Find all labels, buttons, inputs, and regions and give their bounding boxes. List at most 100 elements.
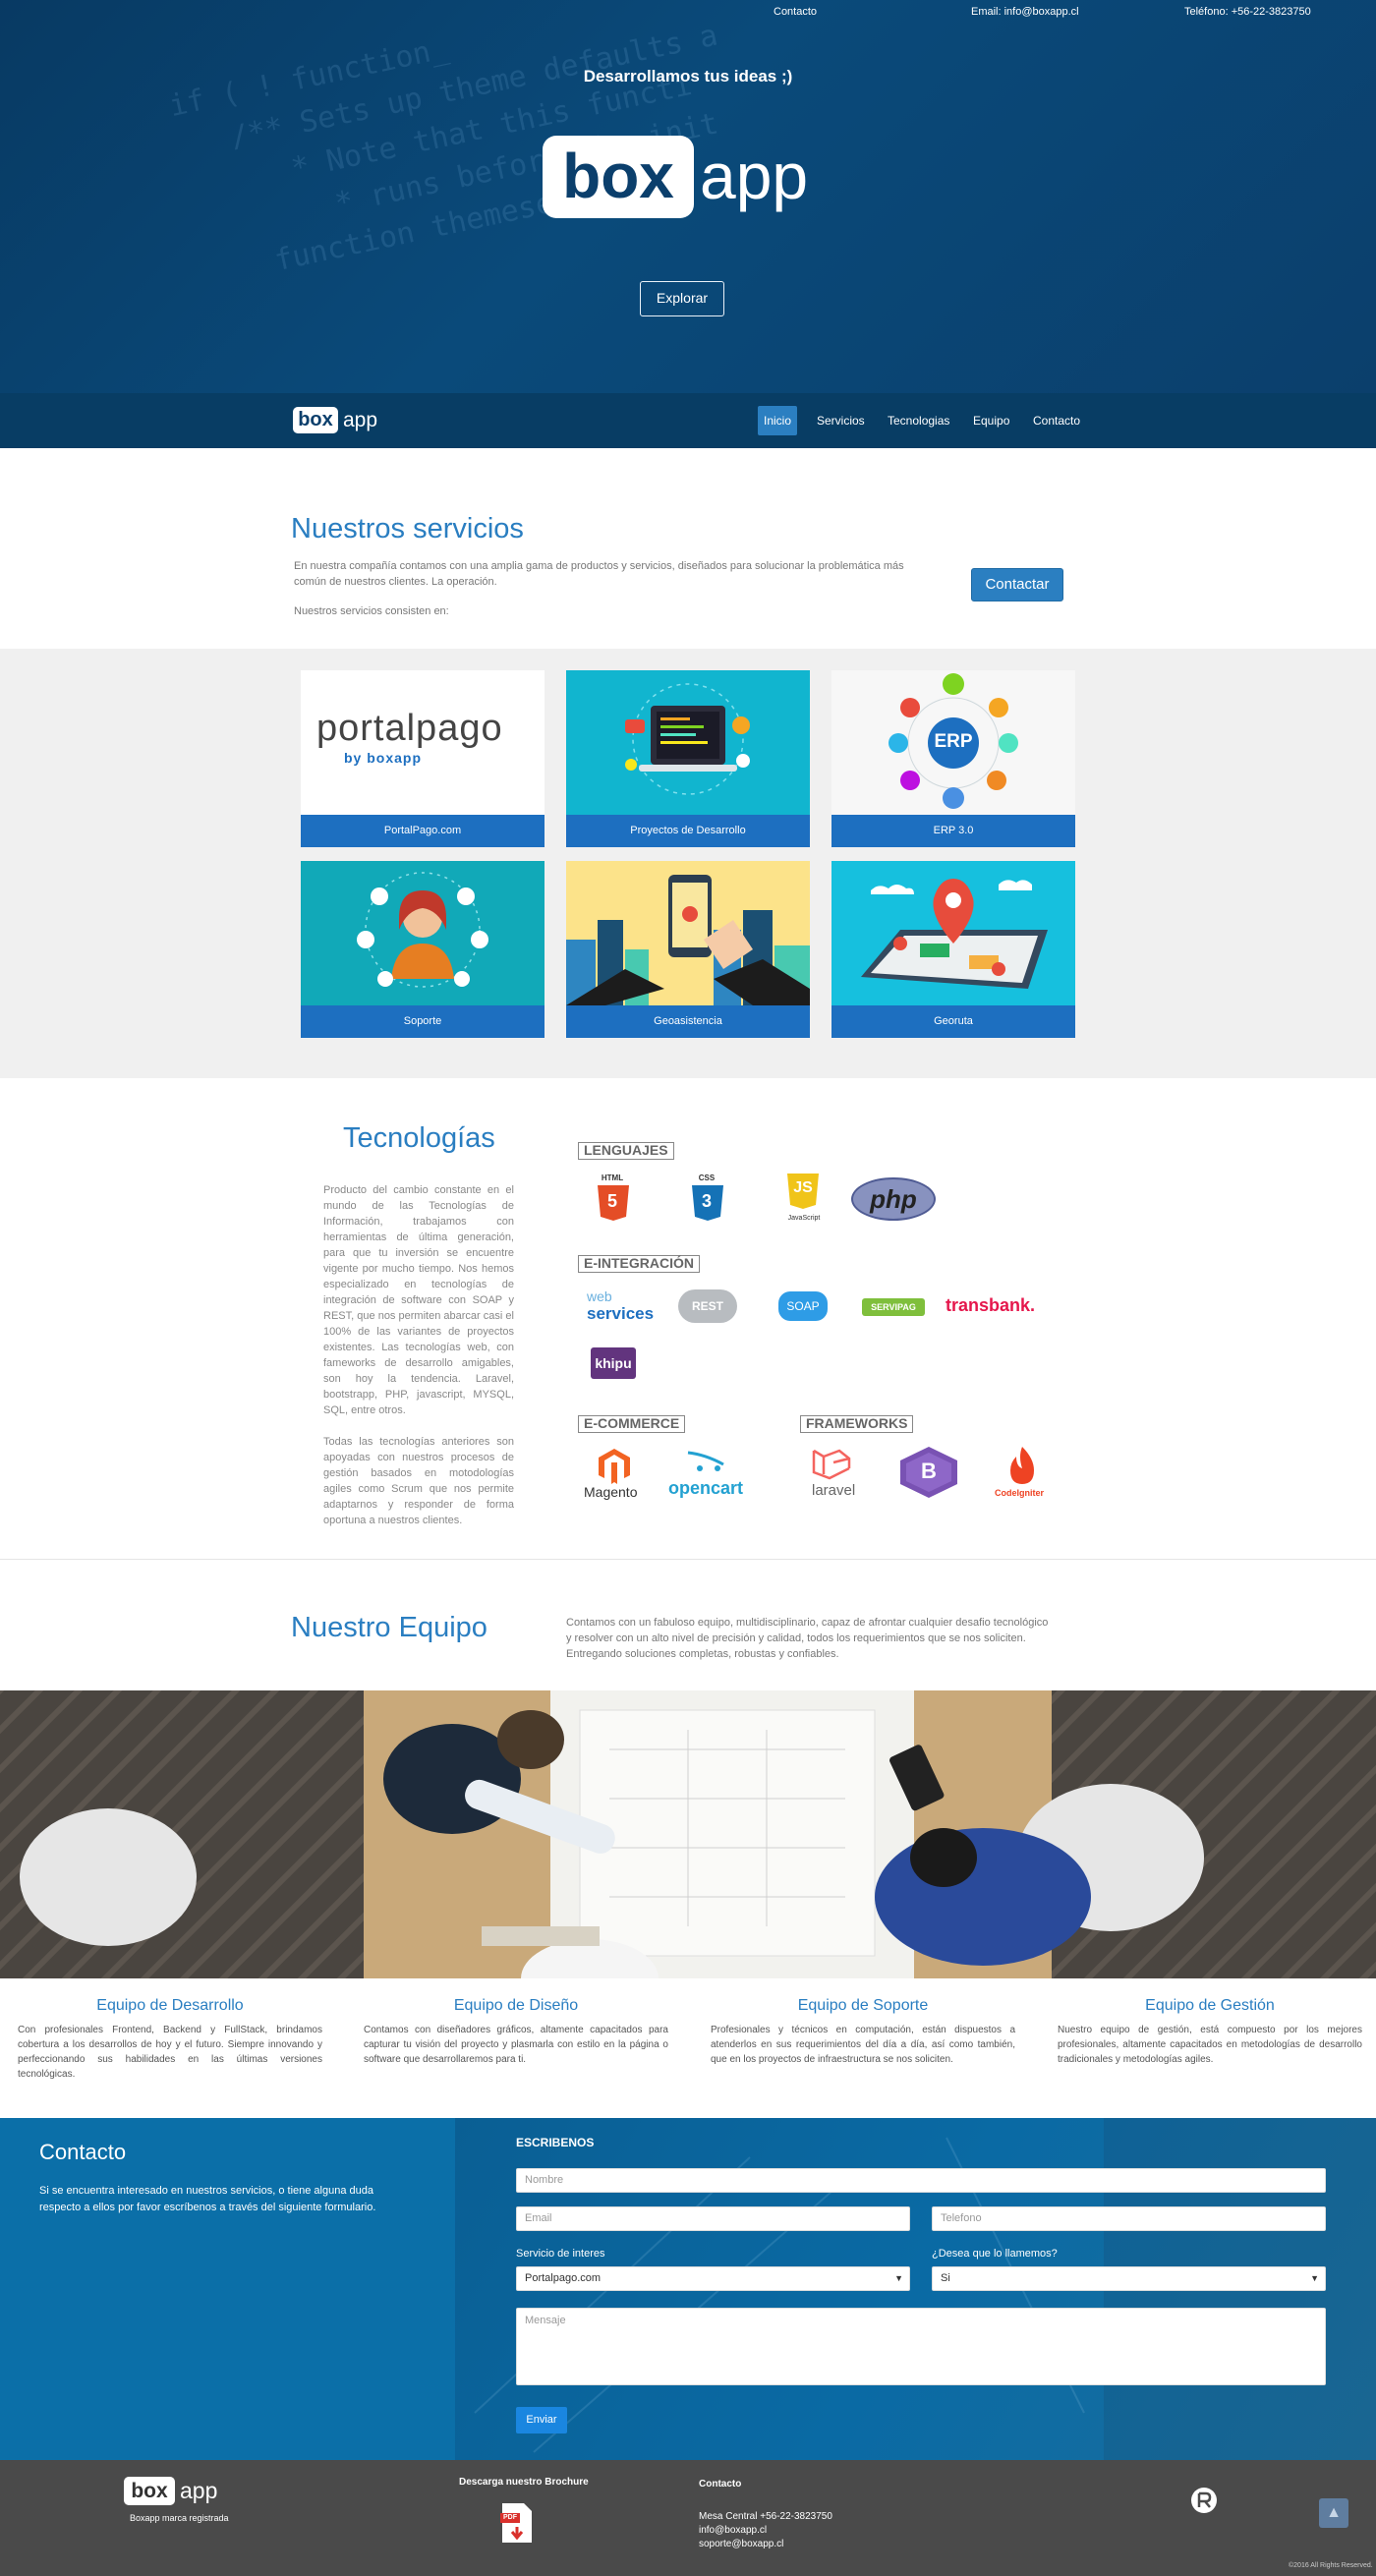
explore-button[interactable]: Explorar bbox=[640, 281, 724, 316]
pdf-icon bbox=[500, 2503, 532, 2543]
service-select[interactable]: Portalpago.com ▼ bbox=[516, 2266, 910, 2291]
footer-email-support[interactable]: soporte@boxapp.cl bbox=[699, 2539, 783, 2549]
nav-item-equipo[interactable]: Equipo bbox=[967, 406, 1015, 435]
hero-tagline: Desarrollamos tus ideas ;) bbox=[583, 67, 793, 86]
service-card-proyectos[interactable]: Proyectos de Desarrollo bbox=[566, 670, 810, 849]
main-nav: box app Inicio Servicios Tecnologias Equ… bbox=[0, 393, 1376, 448]
nav-logo[interactable]: box app bbox=[293, 407, 383, 434]
team-column-title: Equipo de Gestión bbox=[1145, 1997, 1275, 2014]
pdf-download-icon[interactable]: PDF bbox=[500, 2501, 534, 2545]
team-column-soporte: Equipo de Soporte Profesionales y técnic… bbox=[711, 1997, 1015, 2067]
service-card-erp[interactable]: ERP ERP 3.0 bbox=[831, 670, 1075, 849]
email-field[interactable]: Email bbox=[516, 2206, 910, 2231]
servipag-logo: SERVIPAG bbox=[862, 1298, 925, 1316]
css3-logo: CSS 3 bbox=[688, 1174, 725, 1225]
team-column-title: Equipo de Diseño bbox=[453, 1997, 579, 2014]
map-pin-icon bbox=[861, 879, 1048, 989]
category-lenguajes: LENGUAJES bbox=[578, 1142, 674, 1160]
phone-field[interactable]: Telefono bbox=[932, 2206, 1326, 2231]
services-text: En nuestra compañía contamos con una amp… bbox=[294, 560, 904, 588]
team-column-desarrollo: Equipo de Desarrollo Con profesionales F… bbox=[18, 1997, 322, 2082]
service-card-label: Georuta bbox=[831, 1005, 1075, 1038]
nav-logo-app: app bbox=[343, 409, 378, 431]
georuta-image bbox=[831, 861, 1075, 1005]
service-card-georuta[interactable]: Georuta bbox=[831, 861, 1075, 1040]
team-text: Contamos con un fabuloso equipo, multidi… bbox=[566, 1617, 1049, 1660]
chevron-down-icon: ▼ bbox=[1310, 2273, 1319, 2283]
service-card-portalpago[interactable]: portalpago by boxapp PortalPago.com bbox=[301, 670, 545, 849]
codeigniter-flame-icon bbox=[1010, 1447, 1034, 1484]
contact-description: Si se encuentra interesado en nuestros s… bbox=[39, 2185, 376, 2213]
laravel-icon bbox=[812, 1449, 851, 1480]
service-card-geoasistencia[interactable]: Geoasistencia bbox=[566, 861, 810, 1040]
services-title: Nuestros servicios bbox=[291, 513, 524, 544]
css3-number: 3 bbox=[701, 1191, 712, 1211]
soap-logo: SOAP bbox=[778, 1291, 828, 1321]
brand-note: Boxapp marca registrada bbox=[130, 2513, 229, 2523]
brochure-title: Descarga nuestro Brochure bbox=[459, 2477, 589, 2488]
contact-section: Contacto Si se encuentra interesado en n… bbox=[0, 2118, 1376, 2460]
team-photo bbox=[0, 1690, 1376, 1978]
erp-badge: ERP bbox=[934, 731, 973, 752]
nav-logo-box: box bbox=[293, 407, 338, 433]
call-select[interactable]: Si ▼ bbox=[932, 2266, 1326, 2291]
khipu-text: khipu bbox=[595, 1355, 632, 1371]
servipag-text: SERVIPAG bbox=[871, 1302, 916, 1312]
service-card-soporte[interactable]: Soporte bbox=[301, 861, 545, 1040]
send-button[interactable]: Enviar bbox=[516, 2407, 567, 2433]
footer-email-info[interactable]: info@boxapp.cl bbox=[699, 2525, 767, 2536]
footer-contact-title: Contacto bbox=[699, 2479, 742, 2490]
tech-title: Tecnologías bbox=[343, 1122, 495, 1154]
css3-text: CSS bbox=[698, 1174, 716, 1182]
scroll-to-top-button[interactable]: ▲ bbox=[1319, 2498, 1348, 2528]
message-field[interactable]: Mensaje bbox=[516, 2308, 1326, 2385]
javascript-caption: JavaScript bbox=[787, 1215, 821, 1222]
category-frameworks: FRAMEWORKS bbox=[800, 1415, 914, 1433]
topbar-contact-link[interactable]: Contacto bbox=[774, 6, 817, 18]
portalpago-logo-sub: by boxapp bbox=[344, 750, 423, 766]
team-column-diseno: Equipo de Diseño Contamos con diseñadore… bbox=[364, 1997, 668, 2067]
top-bar: Contacto Email: info@boxapp.cl Teléfono:… bbox=[0, 6, 1376, 22]
nav-item-servicios[interactable]: Servicios bbox=[811, 406, 871, 435]
team-title: Nuestro Equipo bbox=[291, 1612, 487, 1643]
webservices-logo-top: web bbox=[587, 1288, 612, 1304]
pdf-label: PDF bbox=[503, 2514, 517, 2521]
javascript-logo: JS JavaScript bbox=[784, 1172, 824, 1227]
contact-title: Contacto bbox=[39, 2140, 127, 2164]
opencart-text: opencart bbox=[668, 1478, 744, 1498]
laravel-text: laravel bbox=[812, 1482, 856, 1499]
footer-phone: Mesa Central +56-22-3823750 bbox=[699, 2511, 832, 2522]
transbank-logo: transbank. bbox=[946, 1295, 1036, 1315]
category-integracion: E-INTEGRACIÓN bbox=[578, 1255, 700, 1273]
city-map-icon bbox=[566, 875, 810, 1005]
name-field[interactable]: Nombre bbox=[516, 2168, 1326, 2193]
nav-item-tecnologias[interactable]: Tecnologias bbox=[882, 406, 955, 435]
footer-logo-box: box bbox=[124, 2477, 175, 2505]
hero-logo: box app bbox=[543, 136, 833, 220]
service-card-label: Proyectos de Desarrollo bbox=[566, 815, 810, 847]
php-logo: php bbox=[851, 1177, 936, 1221]
laptop-illustration-icon bbox=[625, 683, 750, 795]
javascript-text: JS bbox=[793, 1179, 813, 1196]
team-column-text: Profesionales y técnicos en computación,… bbox=[711, 2025, 1015, 2065]
topbar-email: Email: info@boxapp.cl bbox=[971, 6, 1079, 18]
contact-button[interactable]: Contactar bbox=[971, 568, 1063, 601]
call-select-value: Si bbox=[941, 2272, 950, 2284]
portalpago-image: portalpago by boxapp bbox=[301, 670, 545, 815]
webservices-logo-bottom: services bbox=[587, 1304, 655, 1323]
team-column-gestion: Equipo de Gestión Nuestro equipo de gest… bbox=[1058, 1997, 1362, 2067]
magento-text: Magento bbox=[584, 1484, 638, 1500]
team-column-title: Equipo de Desarrollo bbox=[96, 1997, 244, 2014]
nav-item-inicio[interactable]: Inicio bbox=[758, 406, 798, 435]
tech-paragraph-1: Producto del cambio constante en el mund… bbox=[323, 1184, 514, 1416]
nav-item-contacto[interactable]: Contacto bbox=[1027, 406, 1086, 435]
html5-number: 5 bbox=[606, 1191, 617, 1211]
soap-text: SOAP bbox=[786, 1299, 820, 1313]
codeigniter-text: CodeIgniter bbox=[995, 1488, 1045, 1498]
topbar-phone: Teléfono: +56-22-3823750 bbox=[1184, 6, 1311, 18]
hero-logo-app: app bbox=[700, 140, 809, 212]
r-logo-icon bbox=[1191, 2488, 1217, 2513]
copyright: ©2016 All Rights Reserved. bbox=[1289, 2562, 1373, 2569]
portalpago-logo-text: portalpago bbox=[316, 708, 503, 749]
hero-section: if ( ! function_ /** Sets up theme defau… bbox=[0, 0, 1376, 393]
